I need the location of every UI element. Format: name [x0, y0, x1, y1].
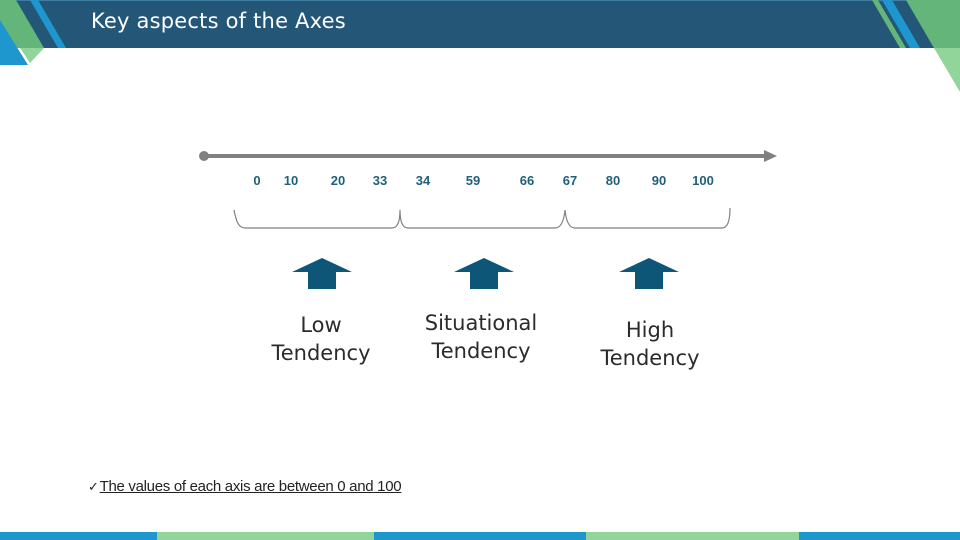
footnote: ✓The values of each axis are between 0 a…	[88, 478, 402, 495]
footer-segment-blue	[0, 532, 157, 540]
group-label-line: Tendency	[600, 346, 700, 370]
group-label-line: High	[625, 318, 675, 342]
footer-segment-green	[586, 532, 799, 540]
tick-label: 90	[651, 173, 667, 188]
group-label-situational-tendency: Situational Tendency	[425, 309, 538, 365]
tick-label: 59	[465, 173, 481, 188]
footer-segment-green	[157, 532, 374, 540]
brace-situational-tendency	[408, 209, 576, 229]
axis-start-dot	[199, 151, 209, 161]
group-label-line: Situational	[424, 311, 538, 335]
tick-label: 66	[519, 173, 535, 188]
brace-low-tendency	[233, 209, 409, 229]
up-arrow-icon	[292, 258, 352, 289]
tick-label: 10	[283, 173, 299, 188]
axis-arrowhead	[764, 150, 777, 162]
footer-segment-blue	[799, 532, 960, 540]
tick-label: 34	[415, 173, 431, 188]
footnote-text: The values of each axis are between 0 an…	[99, 478, 402, 495]
group-label-line: Low	[300, 313, 342, 337]
up-arrow-icon	[619, 258, 679, 289]
group-label-low-tendency: Low Tendency	[271, 311, 370, 367]
tick-label: 67	[562, 173, 578, 188]
check-icon: ✓	[88, 479, 99, 494]
brace-high-tendency	[575, 207, 731, 229]
group-label-line: Tendency	[431, 339, 531, 363]
tick-label: 100	[692, 173, 714, 188]
group-label-line: Tendency	[271, 341, 371, 365]
tick-label: 80	[605, 173, 621, 188]
tick-label: 33	[372, 173, 388, 188]
footer-segment-blue	[374, 532, 586, 540]
up-arrow-icon	[454, 258, 514, 289]
tick-label: 0	[253, 173, 261, 188]
tick-label: 20	[330, 173, 346, 188]
group-label-high-tendency: High Tendency	[600, 316, 699, 372]
